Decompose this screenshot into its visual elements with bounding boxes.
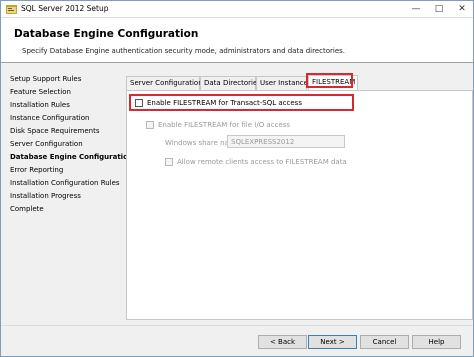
sidebar-item-error-reporting[interactable]: Error Reporting <box>10 166 63 174</box>
filestream-tab-highlight <box>306 73 353 88</box>
sidebar-item-installation-configuration-rules[interactable]: Installation Configuration Rules <box>10 179 120 187</box>
allow-remote-clients-label: Allow remote clients access to FILESTREA… <box>177 158 347 166</box>
windows-share-name-input: SQLEXPRESS2012 <box>227 135 345 148</box>
maximize-icon[interactable]: □ <box>428 2 450 16</box>
allow-remote-clients-row: Allow remote clients access to FILESTREA… <box>165 158 347 166</box>
tab-server-configuration[interactable]: Server Configuration <box>126 76 203 90</box>
title-bar[interactable]: SQL Server 2012 Setup — □ ✕ <box>1 1 473 18</box>
help-button[interactable]: Help <box>412 335 461 349</box>
sidebar-item-setup-support-rules[interactable]: Setup Support Rules <box>10 75 81 83</box>
sidebar-item-installation-progress[interactable]: Installation Progress <box>10 192 81 200</box>
enable-filestream-file-io-checkbox <box>146 121 154 129</box>
sidebar-item-installation-rules[interactable]: Installation Rules <box>10 101 70 109</box>
sidebar-item-feature-selection[interactable]: Feature Selection <box>10 88 71 96</box>
allow-remote-clients-checkbox <box>165 158 173 166</box>
minimize-icon[interactable]: — <box>405 2 427 16</box>
setup-window: SQL Server 2012 Setup — □ ✕ Database Eng… <box>0 0 474 357</box>
tab-user-instances[interactable]: User Instances <box>256 76 312 90</box>
sidebar-item-instance-configuration[interactable]: Instance Configuration <box>10 114 89 122</box>
sidebar-item-complete[interactable]: Complete <box>10 205 44 213</box>
steps-sidebar: Setup Support Rules Feature Selection In… <box>1 64 133 325</box>
enable-filestream-file-io-label: Enable FILESTREAM for file I/O access <box>158 121 291 129</box>
page-header: Database Engine Configuration Specify Da… <box>1 18 473 63</box>
cancel-button[interactable]: Cancel <box>360 335 409 349</box>
enable-filestream-tsql-highlight <box>129 94 354 111</box>
next-button[interactable]: Next > <box>308 335 357 349</box>
enable-filestream-file-io-row: Enable FILESTREAM for file I/O access <box>146 121 290 129</box>
close-icon[interactable]: ✕ <box>451 2 473 16</box>
page-subtitle: Specify Database Engine authentication s… <box>22 47 346 55</box>
page-title: Database Engine Configuration <box>14 28 199 40</box>
wizard-footer: < Back Next > Cancel Help <box>1 325 473 356</box>
back-button[interactable]: < Back <box>258 335 307 349</box>
sidebar-item-database-engine-configuration[interactable]: Database Engine Configuration <box>10 153 133 161</box>
tab-data-directories[interactable]: Data Directories <box>200 76 261 90</box>
sidebar-item-server-configuration[interactable]: Server Configuration <box>10 140 83 148</box>
filestream-panel: Enable FILESTREAM for Transact-SQL acces… <box>126 90 473 320</box>
window-title: SQL Server 2012 Setup <box>21 4 109 13</box>
sidebar-item-disk-space-requirements[interactable]: Disk Space Requirements <box>10 127 99 135</box>
sql-server-setup-icon <box>6 5 17 14</box>
